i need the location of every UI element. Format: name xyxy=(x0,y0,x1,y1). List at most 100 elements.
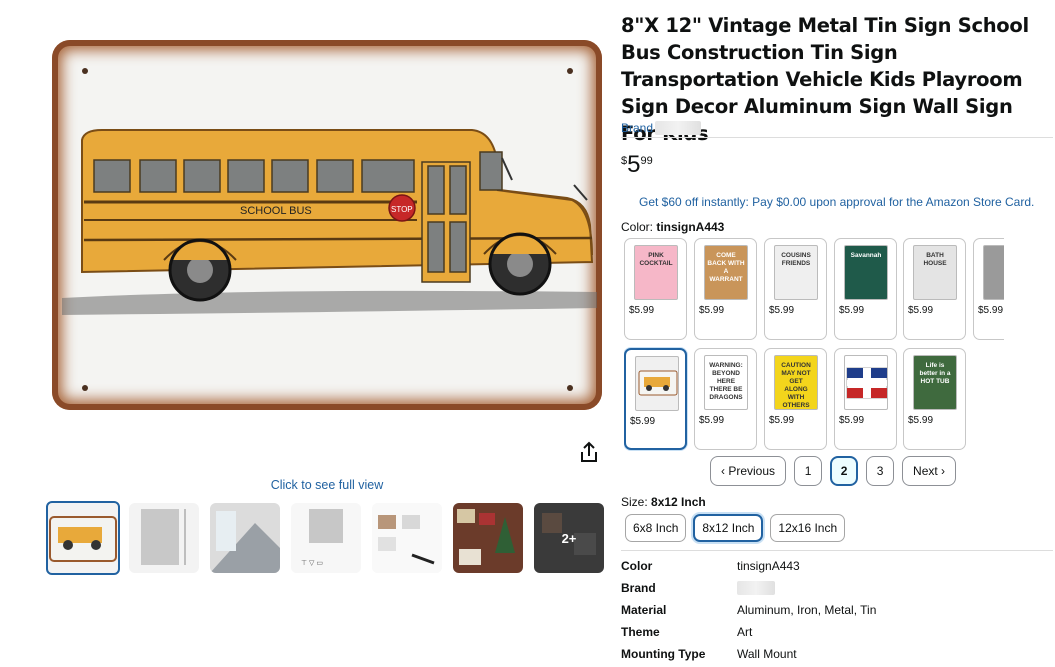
swatch-caption: COME BACK WITH A WARRANT xyxy=(707,252,745,283)
rivet-hole-icon xyxy=(567,68,573,74)
spec-value: tinsignA443 xyxy=(737,559,800,573)
color-swatch[interactable]: BATH HOUSE $5.99 xyxy=(903,238,966,340)
swatch-image xyxy=(844,355,888,410)
swatch-caption: CAUTION MAY NOT GET ALONG WITH OTHERS xyxy=(781,362,811,409)
swatch-price: $5.99 xyxy=(699,415,725,426)
page-2-button[interactable]: 2 xyxy=(830,456,859,486)
brand-link[interactable]: Brand xyxy=(621,121,702,135)
swatch-image xyxy=(983,245,1004,300)
color-swatch[interactable]: Life is better in a HOT TUB $5.99 xyxy=(903,348,966,450)
swatch-price: $5.99 xyxy=(769,415,795,426)
swatch-price: $5.99 xyxy=(769,305,795,316)
color-label: Color: tinsignA443 xyxy=(621,220,724,234)
swatch-price: $5.99 xyxy=(630,416,656,427)
previous-page-button[interactable]: ‹ Previous xyxy=(710,456,787,486)
size-option-12x16[interactable]: 12x16 Inch xyxy=(770,514,846,542)
thumbnail-bus[interactable] xyxy=(46,501,120,575)
spec-row-material: Material Aluminum, Iron, Metal, Tin xyxy=(621,599,876,621)
swatch-price: $5.99 xyxy=(629,305,655,316)
divider xyxy=(621,137,1053,138)
swatch-caption: BATH HOUSE xyxy=(923,252,947,267)
thumbnail-material[interactable] xyxy=(210,503,280,573)
color-swatch[interactable]: CAUTION MAY NOT GET ALONG WITH OTHERS $5.… xyxy=(764,348,827,450)
thumbnail-blank-sign[interactable]: ⊤ ▽ ▭ xyxy=(291,503,361,573)
divider xyxy=(621,550,1053,551)
brand-value-redacted xyxy=(737,581,775,595)
swatch-caption: Life is better in a HOT TUB xyxy=(919,362,951,385)
next-page-button[interactable]: Next › xyxy=(902,456,957,486)
swatch-image: CAUTION MAY NOT GET ALONG WITH OTHERS xyxy=(774,355,818,410)
spec-value: Art xyxy=(737,625,753,639)
spec-row-mounting-type: Mounting Type Wall Mount xyxy=(621,643,876,665)
spec-row-brand: Brand xyxy=(621,577,876,599)
size-label: Size: 8x12 Inch xyxy=(621,495,706,509)
selected-color: tinsignA443 xyxy=(656,220,725,234)
share-icon[interactable] xyxy=(578,441,600,465)
color-swatch-grid: PINK COCKTAIL $5.99 COME BACK WITH A WARRA… xyxy=(624,238,1004,452)
spec-value: Wall Mount xyxy=(737,647,797,661)
swatch-caption: COUSINS FRIENDS xyxy=(781,252,811,267)
page-1-button[interactable]: 1 xyxy=(794,456,823,486)
swatch-image: Life is better in a HOT TUB xyxy=(913,355,957,410)
swatch-price: $5.99 xyxy=(839,305,865,316)
swatch-caption: WARNING: BEYOND HERE THERE BE DRAGONS xyxy=(709,362,743,401)
stop-sign-lettering: STOP xyxy=(391,205,413,214)
swatch-price: $5.99 xyxy=(699,305,725,316)
size-options: 6x8 Inch 8x12 Inch 12x16 Inch xyxy=(625,514,846,542)
color-swatch[interactable]: COME BACK WITH A WARRANT $5.99 xyxy=(694,238,757,340)
page-3-button[interactable]: 3 xyxy=(866,456,895,486)
spec-key: Color xyxy=(621,559,653,573)
size-option-8x12[interactable]: 8x12 Inch xyxy=(693,514,764,542)
swatch-price: $5.99 xyxy=(839,415,865,426)
price-fraction: 99 xyxy=(640,155,653,167)
swatch-price: $5.99 xyxy=(978,305,1004,316)
spec-row-theme: Theme Art xyxy=(621,621,876,643)
price: $ 5 99 xyxy=(621,152,653,178)
spec-key: Theme xyxy=(621,625,660,639)
color-swatch[interactable]: Savannah $5.99 xyxy=(834,238,897,340)
swatch-price: $5.99 xyxy=(908,415,934,426)
thumbnail-dimensions[interactable] xyxy=(129,503,199,573)
rivet-hole-icon xyxy=(82,68,88,74)
swatch-caption: Savannah xyxy=(850,252,882,259)
swatch-image: COME BACK WITH A WARRANT xyxy=(704,245,748,300)
spec-row-color: Color tinsignA443 xyxy=(621,555,876,577)
svg-text:⊤ ▽ ▭: ⊤ ▽ ▭ xyxy=(301,560,323,567)
thumbnail-features[interactable] xyxy=(372,503,442,573)
rivet-hole-icon xyxy=(82,385,88,391)
product-specs-table: Color tinsignA443 Brand Material Aluminu… xyxy=(621,555,876,665)
thumbnail-more[interactable]: 2+ xyxy=(534,503,604,573)
swatch-image: PINK COCKTAIL xyxy=(634,245,678,300)
swatch-image: COUSINS FRIENDS xyxy=(774,245,818,300)
bus-lettering: SCHOOL BUS xyxy=(240,205,312,217)
store-card-promo-link[interactable]: Get $60 off instantly: Pay $0.00 upon ap… xyxy=(639,195,1034,209)
spec-key: Material xyxy=(621,603,667,617)
school-bus-illustration: SCHOOL BUS STOP xyxy=(62,129,597,315)
spec-value: Aluminum, Iron, Metal, Tin xyxy=(737,603,877,617)
price-whole: 5 xyxy=(627,151,641,178)
brand-prefix: Brand xyxy=(621,121,654,135)
spec-key: Brand xyxy=(621,581,656,595)
more-images-label: 2+ xyxy=(561,530,577,546)
color-swatch[interactable]: $5.99 xyxy=(834,348,897,450)
swatch-caption: PINK COCKTAIL xyxy=(639,252,673,267)
color-swatch[interactable]: COUSINS FRIENDS $5.99 xyxy=(764,238,827,340)
color-swatch[interactable]: WARNING: BEYOND HERE THERE BE DRAGONS $5.… xyxy=(694,348,757,450)
color-label-prefix: Color: xyxy=(621,220,657,234)
rivet-hole-icon xyxy=(567,385,573,391)
thumbnail-strip: ⊤ ▽ ▭ 2+ xyxy=(46,501,604,575)
brand-name-redacted xyxy=(655,121,702,135)
full-view-link[interactable]: Click to see full view xyxy=(52,478,602,492)
size-option-6x8[interactable]: 6x8 Inch xyxy=(625,514,687,542)
swatch-pagination: ‹ Previous 1 2 3 Next › xyxy=(710,456,957,486)
color-swatch[interactable]: $5.99 xyxy=(973,238,1004,340)
swatch-price: $5.99 xyxy=(908,305,934,316)
main-product-image[interactable]: SCHOOL BUS STOP xyxy=(52,40,602,410)
color-swatch[interactable]: PINK COCKTAIL $5.99 xyxy=(624,238,687,340)
color-swatch[interactable]: $5.99 xyxy=(624,348,687,450)
swatch-image xyxy=(635,356,679,411)
thumbnail-lifestyle-wall[interactable] xyxy=(453,503,523,573)
selected-size: 8x12 Inch xyxy=(651,495,706,509)
swatch-image: Savannah xyxy=(844,245,888,300)
swatch-image: BATH HOUSE xyxy=(913,245,957,300)
